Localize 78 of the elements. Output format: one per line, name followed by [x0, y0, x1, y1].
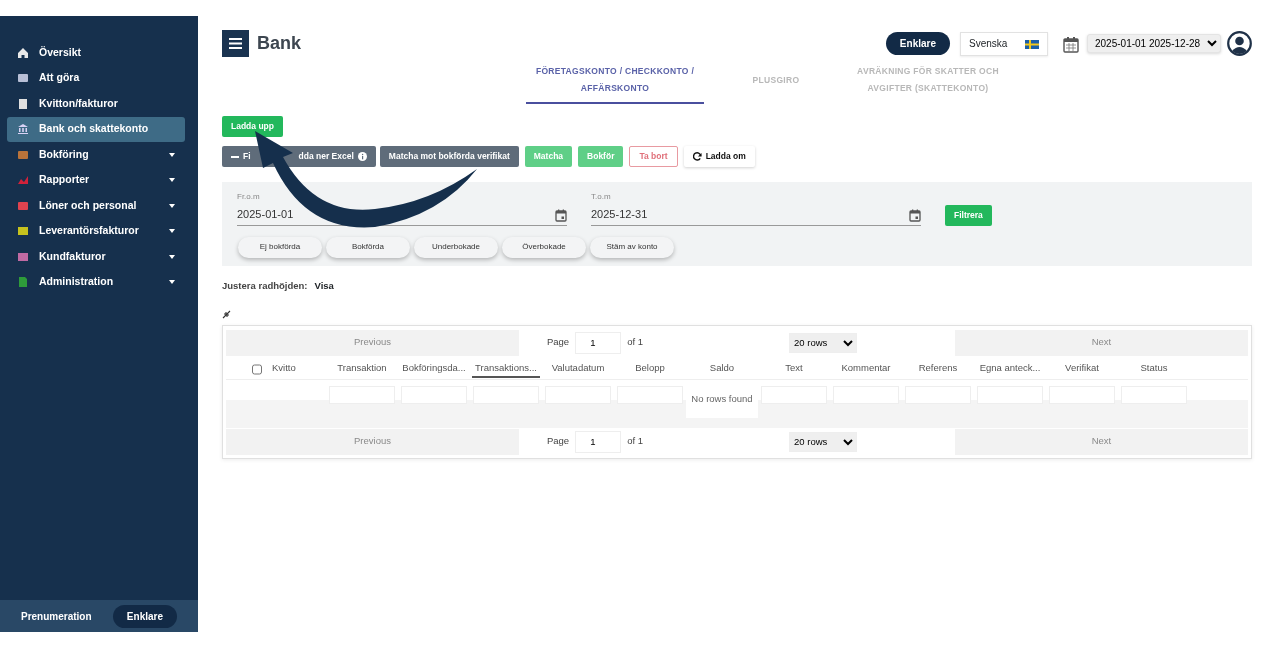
- page-count: of 1: [627, 335, 643, 350]
- filter-chip[interactable]: Överbokade: [502, 236, 586, 258]
- period-select[interactable]: 2025-01-01 2025-12-28: [1087, 34, 1221, 53]
- reload-button[interactable]: Ladda om: [683, 146, 755, 167]
- caret-icon: [169, 229, 175, 234]
- menu-icon: [229, 38, 242, 49]
- column-header[interactable]: Saldo: [688, 359, 756, 379]
- column-header[interactable]: Referens: [904, 359, 972, 379]
- sidebar-label: Administration: [39, 274, 114, 290]
- sidebar-label: Kundfakturor: [39, 248, 106, 264]
- sidebar-label: Leverantörsfakturor: [39, 223, 139, 239]
- sidebar-label: Rapporter: [39, 172, 90, 188]
- row-height-label: Justera radhöjden:: [222, 278, 308, 293]
- sidebar-item[interactable]: Löner och personal: [7, 193, 185, 219]
- flag-icon: [1025, 39, 1039, 49]
- info-icon: [357, 152, 367, 162]
- column-header[interactable]: Status: [1120, 359, 1188, 379]
- sidebar-item[interactable]: Översikt: [7, 40, 185, 66]
- page-input[interactable]: 1: [575, 430, 622, 453]
- page-input[interactable]: 1: [575, 331, 622, 354]
- sidebar-label: Kvitton/fakturor: [39, 95, 118, 111]
- calendar-icon[interactable]: [555, 208, 567, 222]
- rows-select[interactable]: 20 rows: [789, 332, 857, 353]
- rows-select[interactable]: 20 rows: [789, 431, 857, 452]
- plan-button[interactable]: Enklare: [112, 604, 177, 628]
- page-label: Page: [546, 434, 570, 449]
- sidebar-item[interactable]: Kvitton/fakturor: [7, 91, 185, 117]
- sidebar-item[interactable]: Rapporter: [7, 167, 185, 193]
- filter-chip[interactable]: Ej bokförda: [238, 236, 322, 258]
- column-header[interactable]: Transaktion: [328, 359, 396, 379]
- collapse-icon[interactable]: [222, 310, 231, 319]
- plan-button[interactable]: Enklare: [885, 32, 950, 55]
- sidebar-item[interactable]: Bank och skattekonto: [7, 116, 185, 142]
- calendar-icon[interactable]: [909, 208, 921, 222]
- sidebar-item[interactable]: Kundfakturor: [7, 244, 185, 270]
- sidebar-item[interactable]: Leverantörsfakturor: [7, 218, 185, 244]
- calendar-icon: [1063, 35, 1079, 53]
- column-header[interactable]: Belopp: [616, 359, 684, 379]
- filter-chip[interactable]: Stäm av konto: [590, 236, 674, 258]
- column-header[interactable]: Bokföringsda...: [400, 359, 468, 379]
- page-title: Bank: [257, 32, 301, 55]
- caret-icon: [169, 178, 175, 183]
- caret-icon: [169, 152, 175, 157]
- filter-chip[interactable]: Underbokade: [414, 236, 498, 258]
- column-header[interactable]: Transaktions...: [472, 359, 540, 379]
- sidebar-label: Löner och personal: [39, 197, 137, 213]
- column-header[interactable]: Kvitto: [272, 359, 296, 379]
- to-date-field[interactable]: 2025-12-31: [591, 203, 921, 226]
- tab[interactable]: FÖRETAGSKONTO / CHECKKONTO / AFFÄRSKONTO: [526, 61, 704, 104]
- avatar-icon[interactable]: [1227, 31, 1252, 57]
- sidebar-item[interactable]: Bokföring: [7, 142, 185, 168]
- sidebar-label: Översikt: [39, 44, 82, 60]
- row-height-toggle[interactable]: Visa: [314, 278, 334, 293]
- filter-chip[interactable]: Bokförda: [326, 236, 410, 258]
- page-label: Page: [546, 335, 570, 350]
- caret-icon: [169, 254, 175, 259]
- column-header[interactable]: Verifikat: [1048, 359, 1116, 379]
- minus-icon: [231, 155, 239, 158]
- caret-icon: [169, 280, 175, 285]
- column-header[interactable]: Text: [760, 359, 828, 379]
- reload-icon: [692, 152, 702, 162]
- page-count: of 1: [627, 434, 643, 449]
- sidebar-label: Bokföring: [39, 146, 89, 162]
- column-header[interactable]: Egna anteck...: [976, 359, 1044, 379]
- subscription-label: Prenumeration: [21, 609, 92, 624]
- sidebar-label: Bank och skattekonto: [39, 121, 149, 137]
- sidebar-item[interactable]: Att göra: [7, 65, 185, 91]
- field-label: Fr.o.m: [237, 191, 261, 203]
- select-all-checkbox[interactable]: [252, 362, 262, 376]
- caret-icon: [169, 203, 175, 208]
- column-header[interactable]: Valutadatum: [544, 359, 612, 379]
- language-select[interactable]: Svenska: [960, 31, 1048, 56]
- field-label: T.o.m: [591, 191, 612, 203]
- sidebar-label: Att göra: [39, 70, 80, 86]
- menu-button[interactable]: [222, 30, 249, 57]
- column-header[interactable]: Kommentar: [832, 359, 900, 379]
- match-posted-button[interactable]: Matcha mot bokförda verifikat: [379, 146, 519, 167]
- sidebar-item[interactable]: Administration: [7, 269, 185, 295]
